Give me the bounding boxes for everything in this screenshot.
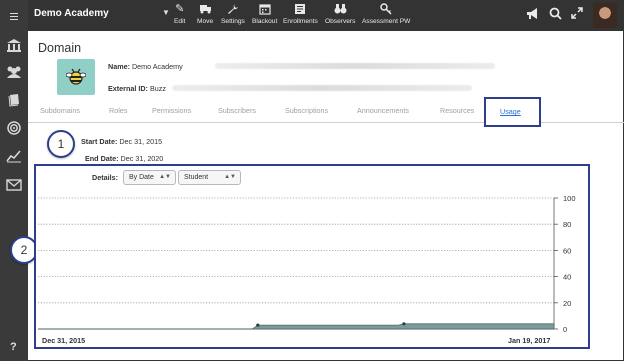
tab-subdomains[interactable]: Subdomains <box>40 106 80 115</box>
wrench-icon <box>221 3 245 17</box>
tab-usage-label: Usage <box>500 107 521 116</box>
redacted-text <box>215 63 495 69</box>
pencil-icon: ✎ <box>175 3 185 15</box>
user-avatar[interactable] <box>593 3 617 28</box>
help-icon[interactable]: ? <box>10 341 17 353</box>
details-role-select[interactable]: Student ▲▼ <box>178 170 241 185</box>
binoculars-icon <box>325 3 355 17</box>
start-date-value[interactable]: Dec 31, 2015 <box>119 137 162 146</box>
y-tick-label: 80 <box>563 220 571 229</box>
name-value: Demo Academy <box>131 62 183 71</box>
usage-area-series <box>38 323 555 330</box>
callout-1: 1 <box>47 130 75 158</box>
end-date-value[interactable]: Dec 31, 2020 <box>121 154 164 163</box>
x-axis-start-label: Dec 31, 2015 <box>42 336 86 345</box>
select-arrows-icon: ▲▼ <box>159 174 171 180</box>
bee-icon <box>66 68 86 85</box>
expand-icon[interactable] <box>571 7 583 23</box>
domain-logo <box>57 59 95 95</box>
truck-icon <box>197 3 213 17</box>
enrollments-button[interactable]: Enrollments <box>283 3 318 26</box>
page-title: Domain <box>38 41 82 55</box>
observers-button[interactable]: Observers <box>325 3 355 26</box>
end-date-label: End Date: <box>85 154 119 163</box>
name-row: Name: Demo Academy <box>108 62 183 71</box>
blackout-button[interactable]: Blackout <box>252 3 277 26</box>
enrollments-icon <box>283 3 318 17</box>
data-point <box>402 322 406 326</box>
name-label: Name: <box>108 62 130 71</box>
tab-permissions[interactable]: Permissions <box>152 106 191 115</box>
data-point <box>256 323 260 327</box>
details-role-value: Student <box>184 174 209 181</box>
edit-button[interactable]: ✎ Edit <box>174 3 185 26</box>
institution-icon[interactable] <box>4 38 24 58</box>
usage-area-chart: 0 20 40 60 80 100 <box>38 194 576 334</box>
y-tick-label: 40 <box>563 273 571 282</box>
details-period-select[interactable]: By Date ▲▼ <box>123 170 176 185</box>
target-icon[interactable] <box>4 120 24 140</box>
redacted-text <box>172 85 472 91</box>
settings-button[interactable]: Settings <box>221 3 245 26</box>
assessment-pw-button[interactable]: Assessment PW <box>362 3 410 26</box>
end-date: End Date: Dec 31, 2020 <box>85 154 163 163</box>
x-axis-end-label: Jan 19, 2017 <box>508 336 551 345</box>
tab-subscriptions[interactable]: Subscriptions <box>285 106 328 115</box>
tab-announcements[interactable]: Announcements <box>357 106 409 115</box>
details-period-value: By Date <box>129 174 154 181</box>
chart-icon[interactable] <box>4 148 24 168</box>
move-button[interactable]: Move <box>197 3 213 26</box>
mail-icon[interactable] <box>4 176 24 196</box>
academy-switcher[interactable]: Demo Academy <box>34 8 109 19</box>
book-icon[interactable] <box>4 92 24 112</box>
megaphone-icon[interactable] <box>526 7 540 24</box>
search-icon[interactable] <box>549 7 562 24</box>
external-id-label: External ID: <box>108 84 148 93</box>
calendar-icon <box>252 3 277 17</box>
top-toolbar: Demo Academy ▼ ✎ Edit Move Settings Blac… <box>28 0 624 31</box>
left-sidebar: ? <box>0 0 28 361</box>
start-date-label: Start Date: <box>81 137 118 146</box>
external-id-row: External ID: Buzz <box>108 84 166 93</box>
y-tick-label: 60 <box>563 246 571 255</box>
menu-icon[interactable] <box>4 6 24 26</box>
details-label: Details: <box>92 173 118 182</box>
y-tick-label: 100 <box>563 194 576 203</box>
select-arrows-icon: ▲▼ <box>224 174 236 180</box>
key-icon <box>362 3 410 17</box>
tab-usage[interactable]: Usage <box>484 97 541 127</box>
y-tick-label: 20 <box>563 299 571 308</box>
start-date: Start Date: Dec 31, 2015 <box>81 137 162 146</box>
y-tick-label: 0 <box>563 325 567 334</box>
tab-roles[interactable]: Roles <box>109 106 127 115</box>
tab-subscribers[interactable]: Subscribers <box>218 106 256 115</box>
external-id-value: Buzz <box>149 84 166 93</box>
chevron-down-icon[interactable]: ▼ <box>162 8 170 17</box>
users-icon[interactable] <box>4 64 24 84</box>
tab-resources[interactable]: Resources <box>440 106 474 115</box>
